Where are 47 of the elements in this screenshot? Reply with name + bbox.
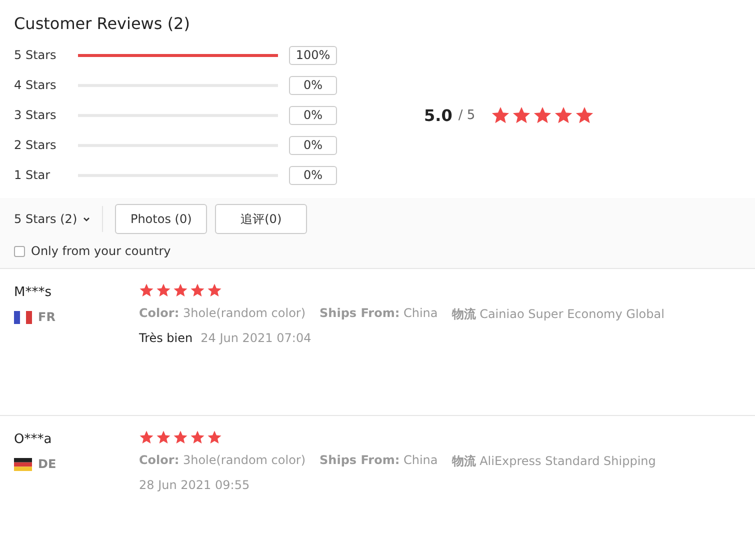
filter-button[interactable]: Photos (0) xyxy=(115,204,208,234)
star-icon xyxy=(207,430,222,445)
star-icon xyxy=(173,430,188,445)
star-icon xyxy=(491,106,510,124)
star-icon xyxy=(190,430,205,445)
score-max: / 5 xyxy=(458,108,476,122)
star-level-label: 1 Star xyxy=(14,168,52,182)
reviewer-name: O***a xyxy=(14,432,53,447)
star-icon xyxy=(533,106,552,124)
product-attribute: Ships From: China xyxy=(320,453,438,469)
star-icon xyxy=(512,106,532,124)
star-icon xyxy=(139,430,154,445)
percentage-badge: 0% xyxy=(289,106,337,124)
checkbox-label: Only from your country xyxy=(31,244,171,258)
review-date: 24 Jun 2021 07:04 xyxy=(200,331,312,345)
product-attribute: 物流 Cainiao Super Economy Global xyxy=(452,306,664,323)
star-icon xyxy=(156,283,171,298)
country-code: DE xyxy=(38,457,56,471)
percentage-badge: 0% xyxy=(289,136,337,154)
percentage-badge: 0% xyxy=(289,166,337,184)
star-icon xyxy=(173,283,188,298)
star-icon xyxy=(207,283,222,298)
checkbox[interactable] xyxy=(14,246,25,256)
product-attribute: 物流 AliExpress Standard Shipping xyxy=(452,453,656,470)
review-date: 28 Jun 2021 09:55 xyxy=(139,478,250,492)
star-level-label: 5 Stars xyxy=(14,48,58,62)
product-attribute: Color: 3hole(random color) xyxy=(139,306,306,322)
star-icon xyxy=(575,106,594,124)
product-attribute: Color: 3hole(random color) xyxy=(139,453,306,469)
country-code: FR xyxy=(38,310,56,324)
star-icon xyxy=(156,430,171,445)
percentage-badge: 0% xyxy=(289,76,337,94)
star-level-label: 3 Stars xyxy=(14,108,58,122)
star-icon xyxy=(139,283,154,298)
percentage-badge: 100% xyxy=(289,46,337,64)
star-level-label: 2 Stars xyxy=(14,138,58,152)
product-attribute: Ships From: China xyxy=(320,306,438,322)
star-icon xyxy=(190,283,205,298)
caret-icon xyxy=(83,216,90,222)
reviewer-name: M***s xyxy=(14,285,52,300)
star-level-label: 4 Stars xyxy=(14,78,58,92)
star-filter-dropdown[interactable]: 5 Stars (2) xyxy=(14,206,104,232)
star-icon xyxy=(554,106,574,124)
section-title: Customer Reviews (2) xyxy=(13,13,191,35)
filter-button[interactable]: 追评(0) xyxy=(215,204,308,234)
average-score: 5.0 xyxy=(424,106,452,124)
review-comment: Très bien xyxy=(139,331,193,345)
